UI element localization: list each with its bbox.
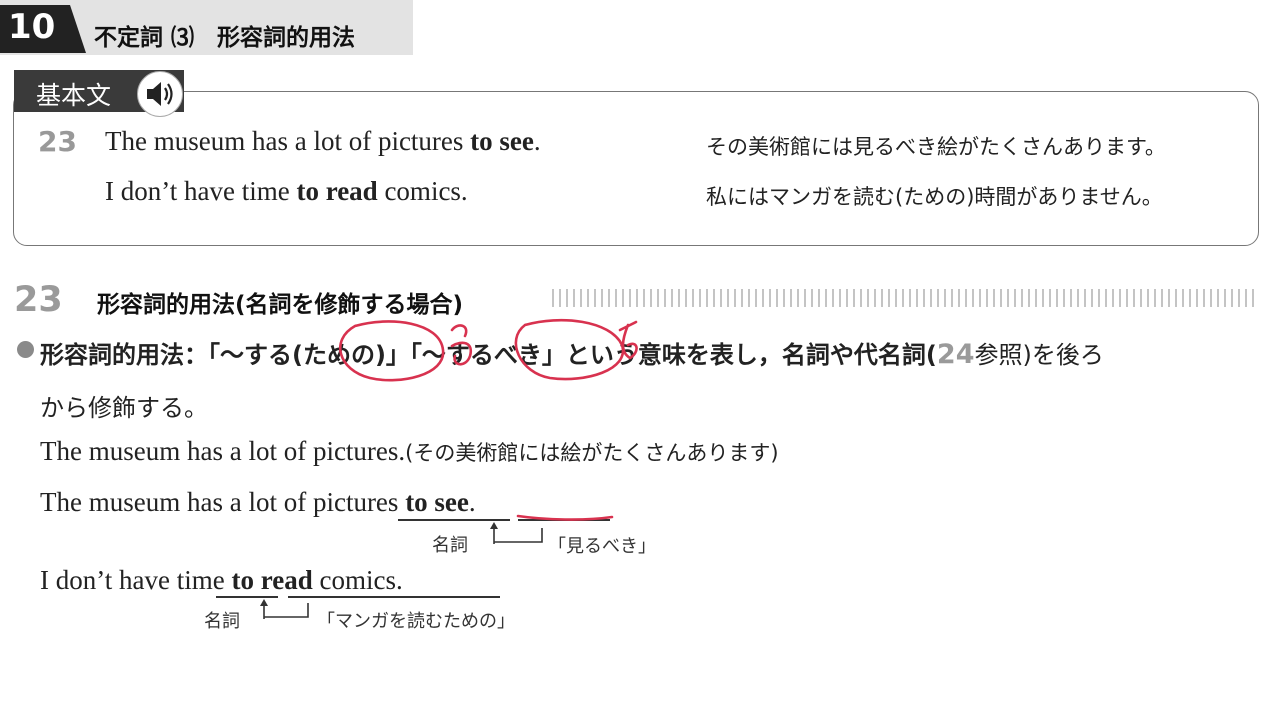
circle-surubeki	[514, 318, 625, 381]
handwritten-mark-1	[450, 324, 473, 366]
underline-to-see	[516, 514, 614, 521]
circle-tameno	[338, 320, 445, 382]
handwriting-overlay	[338, 318, 638, 521]
